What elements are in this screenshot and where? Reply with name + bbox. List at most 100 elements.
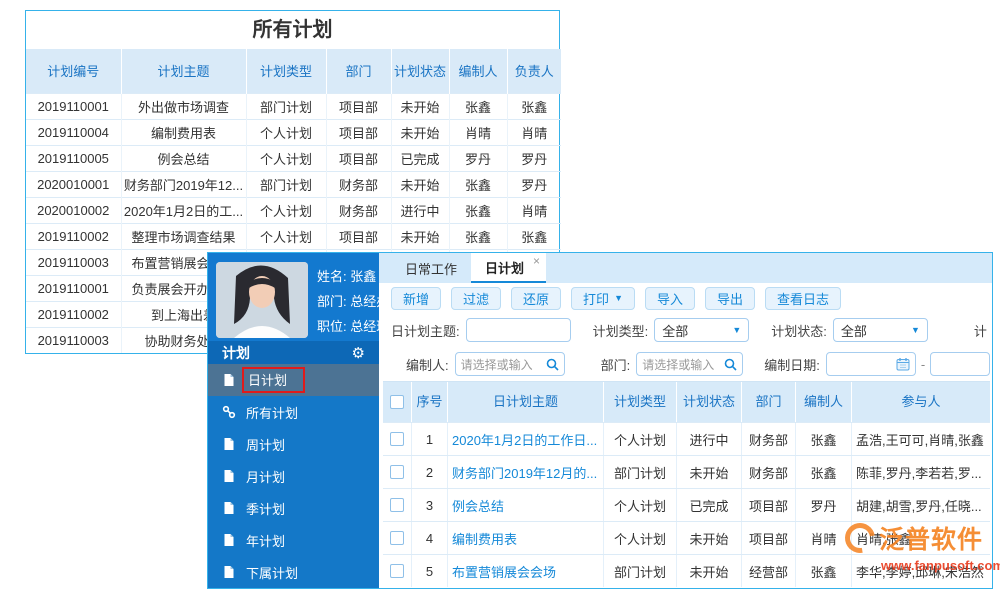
col-plan-type: 计划类型 bbox=[603, 382, 676, 422]
cell: 项目部 bbox=[326, 119, 391, 145]
sidebar-item-all-plans[interactable]: 所有计划 bbox=[208, 396, 379, 428]
cell: 编制费用表 bbox=[121, 119, 246, 145]
sidebar-item-label: 月计划 bbox=[246, 467, 285, 486]
sidebar-item-daily-plan[interactable]: 日计划 bbox=[208, 364, 379, 396]
date-to-input[interactable] bbox=[930, 352, 990, 376]
cell: 财务部 bbox=[326, 171, 391, 197]
row-checkbox[interactable] bbox=[390, 432, 404, 446]
cell: 2019110004 bbox=[26, 119, 121, 145]
cell-status: 进行中 bbox=[676, 423, 741, 455]
restore-button[interactable]: 还原 bbox=[511, 287, 561, 310]
tab-label: 日计划 bbox=[485, 258, 524, 277]
sidebar-item-monthly-plan[interactable]: 月计划 bbox=[208, 460, 379, 492]
type-filter-select[interactable]: 全部 ▼ bbox=[654, 318, 749, 342]
type-filter-value: 全部 bbox=[662, 321, 688, 340]
col-plan-status: 计划状态 bbox=[391, 49, 449, 93]
row-checkbox[interactable] bbox=[390, 564, 404, 578]
table-row[interactable]: 2019110004编制费用表个人计划项目部未开始肖晴肖晴 bbox=[26, 119, 561, 145]
cell-status: 已完成 bbox=[676, 489, 741, 521]
cell: 个人计划 bbox=[246, 145, 326, 171]
cell-participants: 陈菲,罗丹,李若若,罗... bbox=[851, 456, 990, 488]
toolbar: 新增 过滤 还原 打印▼ 导入 导出 查看日志 bbox=[379, 283, 992, 313]
cell-dept: 经营部 bbox=[741, 555, 795, 587]
cell: 2020010001 bbox=[26, 171, 121, 197]
cell: 整理市场调查结果 bbox=[121, 223, 246, 249]
subject-link[interactable]: 编制费用表 bbox=[452, 529, 517, 548]
cell: 肖晴 bbox=[507, 197, 561, 223]
sidebar-item-subordinate-plan[interactable]: 下属计划 bbox=[208, 556, 379, 588]
subject-link[interactable]: 例会总结 bbox=[452, 496, 504, 515]
row-checkbox[interactable] bbox=[390, 498, 404, 512]
add-button[interactable]: 新增 bbox=[391, 287, 441, 310]
status-filter-select[interactable]: 全部 ▼ bbox=[833, 318, 928, 342]
gear-icon[interactable]: ⚙ bbox=[352, 344, 365, 362]
table-row[interactable]: 2020010001财务部门2019年12...部门计划财务部未开始张鑫罗丹 bbox=[26, 171, 561, 197]
dept-filter-input[interactable]: 请选择或输入 bbox=[636, 352, 743, 376]
cell: 已完成 bbox=[391, 145, 449, 171]
cell-compiler: 张鑫 bbox=[795, 456, 851, 488]
select-all-checkbox[interactable] bbox=[390, 395, 404, 409]
col-department: 部门 bbox=[741, 382, 795, 422]
print-button[interactable]: 打印▼ bbox=[571, 287, 635, 310]
table-row[interactable]: 2 财务部门2019年12月的... 部门计划 未开始 财务部 张鑫 陈菲,罗丹… bbox=[383, 455, 990, 488]
filter-area: 日计划主题: 计划类型: 全部 ▼ 计划状态: 全部 ▼ 计 编制人: 请选择或… bbox=[379, 313, 992, 381]
cell: 未开始 bbox=[391, 93, 449, 119]
subject-link[interactable]: 布置营销展会会场 bbox=[452, 562, 556, 581]
date-from-input[interactable] bbox=[826, 352, 916, 376]
cell-type: 部门计划 bbox=[603, 456, 676, 488]
annotation-box: 日计划 bbox=[242, 367, 305, 393]
cell: 2019110002 bbox=[26, 223, 121, 249]
filter-button[interactable]: 过滤 bbox=[451, 287, 501, 310]
chevron-down-icon: ▼ bbox=[614, 293, 623, 303]
cell-type: 个人计划 bbox=[603, 489, 676, 521]
export-button[interactable]: 导出 bbox=[705, 287, 755, 310]
table-row[interactable]: 2019110001外出做市场调查部门计划项目部未开始张鑫张鑫 bbox=[26, 93, 561, 119]
cell-seq: 3 bbox=[411, 489, 447, 521]
sidebar: 姓名: 张鑫 部门: 总经办 职位: 总经理 计划 ⚙ 日计划 所有计划 周计划 bbox=[208, 253, 379, 588]
subject-filter-input[interactable] bbox=[466, 318, 571, 342]
tab-daily-plan[interactable]: 日计划 × bbox=[471, 253, 546, 283]
close-icon[interactable]: × bbox=[533, 254, 540, 268]
clipped-filter-label: 计 bbox=[974, 321, 987, 340]
cell-participants: 胡建,胡雪,罗丹,任晓... bbox=[851, 489, 990, 521]
cell: 2019110005 bbox=[26, 145, 121, 171]
table-row[interactable]: 2019110002整理市场调查结果个人计划项目部未开始张鑫张鑫 bbox=[26, 223, 561, 249]
import-button[interactable]: 导入 bbox=[645, 287, 695, 310]
cell: 财务部 bbox=[326, 197, 391, 223]
sidebar-item-weekly-plan[interactable]: 周计划 bbox=[208, 428, 379, 460]
calendar-icon[interactable] bbox=[896, 357, 910, 371]
fanpu-logo-icon bbox=[839, 517, 881, 559]
compiler-filter-input[interactable]: 请选择或输入 bbox=[455, 352, 565, 376]
cell-type: 个人计划 bbox=[603, 423, 676, 455]
sidebar-item-yearly-plan[interactable]: 年计划 bbox=[208, 524, 379, 556]
row-checkbox[interactable] bbox=[390, 465, 404, 479]
chevron-down-icon: ▼ bbox=[732, 325, 741, 335]
cell-compiler: 张鑫 bbox=[795, 423, 851, 455]
tab-daily-work[interactable]: 日常工作 bbox=[391, 253, 471, 283]
row-checkbox[interactable] bbox=[390, 531, 404, 545]
search-icon[interactable] bbox=[546, 358, 559, 371]
cell-dept: 项目部 bbox=[741, 489, 795, 521]
cell-participants: 孟浩,王可可,肖晴,张鑫 bbox=[851, 423, 990, 455]
view-log-button[interactable]: 查看日志 bbox=[765, 287, 841, 310]
table-row[interactable]: 3 例会总结 个人计划 已完成 项目部 罗丹 胡建,胡雪,罗丹,任晓... bbox=[383, 488, 990, 521]
search-icon[interactable] bbox=[724, 358, 737, 371]
subject-link[interactable]: 财务部门2019年12月的... bbox=[452, 463, 597, 482]
cell: 外出做市场调查 bbox=[121, 93, 246, 119]
cell: 2019110003 bbox=[26, 249, 121, 275]
dept-filter-label: 部门: bbox=[601, 355, 631, 374]
filter-row-2: 编制人: 请选择或输入 部门: 请选择或输入 编制日期: - bbox=[379, 347, 992, 381]
table-row[interactable]: 20200100022020年1月2日的工...个人计划财务部进行中张鑫肖晴 bbox=[26, 197, 561, 223]
cell: 肖晴 bbox=[507, 119, 561, 145]
sidebar-item-quarterly-plan[interactable]: 季计划 bbox=[208, 492, 379, 524]
subject-link[interactable]: 2020年1月2日的工作日... bbox=[452, 430, 597, 449]
sidebar-item-label: 季计划 bbox=[246, 499, 285, 518]
cell: 张鑫 bbox=[449, 223, 507, 249]
table-row[interactable]: 1 2020年1月2日的工作日... 个人计划 进行中 财务部 张鑫 孟浩,王可… bbox=[383, 422, 990, 455]
table-row[interactable]: 2019110005例会总结个人计划项目部已完成罗丹罗丹 bbox=[26, 145, 561, 171]
sidebar-menu: 日计划 所有计划 周计划 月计划 季计划 年计划 bbox=[208, 364, 379, 588]
watermark-url: www.fanpusoft.com bbox=[881, 558, 995, 573]
sidebar-section-plan[interactable]: 计划 ⚙ bbox=[208, 341, 379, 364]
cell-dept: 项目部 bbox=[741, 522, 795, 554]
compiler-placeholder: 请选择或输入 bbox=[461, 356, 533, 373]
